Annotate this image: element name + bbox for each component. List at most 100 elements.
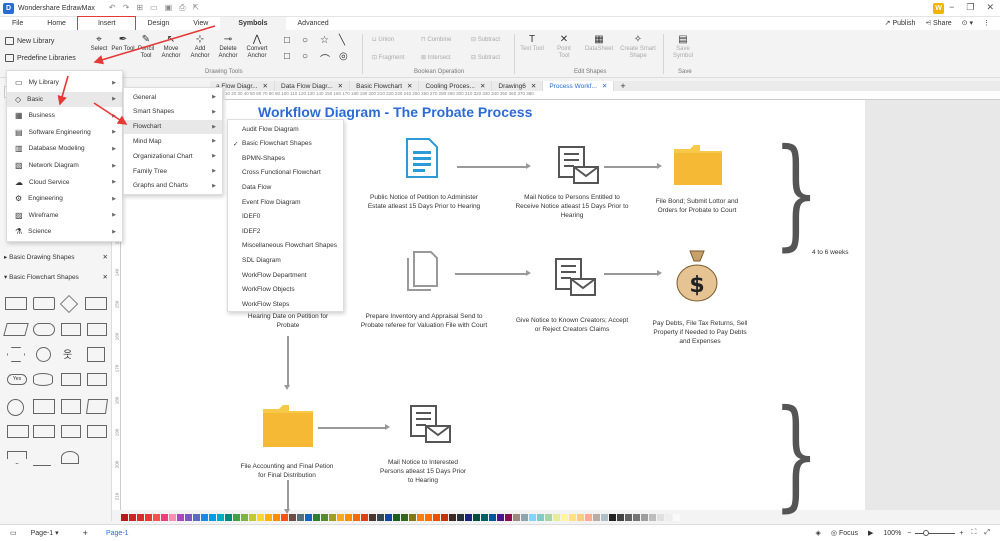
square-icon[interactable]: □: [284, 51, 290, 62]
add-page-button[interactable]: +: [83, 528, 88, 538]
fullscreen-icon[interactable]: ⤢: [984, 529, 990, 537]
library-item[interactable]: ⚗ Science ▶: [7, 224, 122, 239]
decision-shape[interactable]: [59, 294, 79, 314]
flowchart-submenu-item[interactable]: ✓ Basic Flowchart Shapes: [228, 137, 343, 151]
predefined-process-shape[interactable]: [61, 323, 81, 336]
color-swatch[interactable]: [417, 514, 424, 521]
color-swatch[interactable]: [225, 514, 232, 521]
collate-shape[interactable]: [87, 425, 107, 438]
circle-shape[interactable]: [7, 399, 24, 416]
color-swatch[interactable]: [329, 514, 336, 521]
color-swatch[interactable]: [449, 514, 456, 521]
close-icon[interactable]: ✕: [103, 253, 108, 261]
color-swatch[interactable]: [121, 514, 128, 521]
color-swatch[interactable]: [385, 514, 392, 521]
page-layout-icon[interactable]: ▭: [10, 529, 17, 537]
avatar[interactable]: W: [933, 3, 944, 14]
publish-button[interactable]: ↗ Publish: [885, 17, 916, 30]
color-swatch[interactable]: [545, 514, 552, 521]
yes-shape[interactable]: Yes: [7, 374, 27, 385]
color-swatch[interactable]: [433, 514, 440, 521]
text-tool[interactable]: T Text Tool: [519, 34, 545, 53]
new-icon[interactable]: ⊞: [136, 3, 143, 13]
color-swatch[interactable]: [217, 514, 224, 521]
color-swatch[interactable]: [401, 514, 408, 521]
restore-icon[interactable]: ❐: [966, 2, 974, 13]
color-swatch[interactable]: [425, 514, 432, 521]
color-swatch[interactable]: [529, 514, 536, 521]
help-icon[interactable]: ⊙ ▾: [962, 17, 973, 30]
color-swatch[interactable]: [249, 514, 256, 521]
terminator-shape[interactable]: [33, 323, 55, 336]
color-swatch[interactable]: [265, 514, 272, 521]
move-anchor-tool[interactable]: ↖ Move Anchor: [158, 34, 184, 60]
color-swatch[interactable]: [345, 514, 352, 521]
library-item[interactable]: ▨ Wireframe ▶: [7, 208, 122, 223]
zoom-slider[interactable]: [915, 529, 956, 536]
color-swatch[interactable]: [625, 514, 632, 521]
color-swatch[interactable]: [137, 514, 144, 521]
color-swatch[interactable]: [313, 514, 320, 521]
color-swatch[interactable]: [321, 514, 328, 521]
color-swatch[interactable]: [161, 514, 168, 521]
page-select[interactable]: Page-1 ▾: [31, 529, 59, 537]
color-swatch[interactable]: [513, 514, 520, 521]
folder-icon[interactable]: [261, 403, 315, 449]
intersect-button[interactable]: ⊠ Intersect: [421, 55, 467, 62]
color-swatch[interactable]: [369, 514, 376, 521]
tab-design[interactable]: Design: [135, 17, 181, 30]
library-item[interactable]: ▤ Software Engineering ▶: [7, 125, 122, 140]
add-anchor-tool[interactable]: ⊹ Add Anchor: [187, 34, 213, 60]
select-tool[interactable]: ⌖ Select: [86, 34, 112, 53]
library-item[interactable]: ◇ Basic ▶: [7, 91, 122, 107]
minimize-icon[interactable]: −: [949, 2, 954, 13]
delete-anchor-tool[interactable]: ⊸ Delete Anchor: [215, 34, 241, 60]
flowchart-submenu-item[interactable]: Cross Functional Flowchart: [228, 166, 343, 180]
page-tab-active[interactable]: Page-1: [106, 530, 129, 537]
tab-insert[interactable]: Insert: [76, 16, 137, 31]
zoom-slider-handle[interactable]: [923, 529, 930, 536]
mail-notice-icon[interactable]: [408, 404, 454, 446]
node-mail-notice-interested[interactable]: Mail Notice to Interested Persons atleas…: [378, 458, 468, 485]
color-swatch[interactable]: [361, 514, 368, 521]
documents-icon[interactable]: [405, 250, 439, 292]
color-swatch[interactable]: [617, 514, 624, 521]
color-swatch[interactable]: [505, 514, 512, 521]
color-swatch[interactable]: [393, 514, 400, 521]
color-swatch[interactable]: [489, 514, 496, 521]
color-swatch[interactable]: [633, 514, 640, 521]
color-swatch[interactable]: [641, 514, 648, 521]
color-swatch[interactable]: [305, 514, 312, 521]
subtract2-button[interactable]: ⊟ Subtract: [471, 55, 511, 62]
extract-shape[interactable]: [61, 425, 81, 438]
color-swatch[interactable]: [537, 514, 544, 521]
flowchart-submenu-item[interactable]: BPMN-Shapes: [228, 151, 343, 165]
color-swatch[interactable]: [585, 514, 592, 521]
manual-input-shape[interactable]: [85, 399, 109, 414]
library-item[interactable]: ⚙ Engineering ▶: [7, 191, 122, 206]
internal-storage-shape[interactable]: [87, 323, 107, 336]
arc-icon[interactable]: ⌒: [320, 51, 330, 66]
color-swatch[interactable]: [577, 514, 584, 521]
connector-shape[interactable]: [36, 347, 51, 362]
open-icon[interactable]: ▭: [150, 3, 158, 13]
basic-drawing-shapes-header[interactable]: ▸ Basic Drawing Shapes ✕: [4, 253, 108, 261]
star-icon[interactable]: ☆: [320, 35, 329, 46]
datasheet-button[interactable]: ▦ DataSheet: [584, 34, 614, 53]
circle-icon[interactable]: ○: [302, 35, 308, 46]
flowchart-submenu-item[interactable]: Miscellaneous Flowchart Shapes: [228, 239, 343, 253]
duration-label[interactable]: 4 to 6 weeks: [812, 248, 872, 257]
combine-button[interactable]: ⊓ Combine: [421, 37, 467, 44]
fit-page-icon[interactable]: ⛶: [971, 529, 976, 537]
offpage-shape[interactable]: [7, 451, 27, 464]
basic-submenu-item[interactable]: Mind Map ▶: [124, 134, 222, 148]
color-swatch[interactable]: [553, 514, 560, 521]
save-symbol-button[interactable]: ▤ Save Symbol: [670, 34, 696, 60]
node-pay-debts[interactable]: Pay Debts, File Tax Returns, Sell Proper…: [650, 319, 750, 346]
color-swatch[interactable]: [201, 514, 208, 521]
node-hearing-date[interactable]: Hearing Date on Petition for Probate: [245, 312, 331, 330]
color-swatch[interactable]: [657, 514, 664, 521]
library-item[interactable]: ☁ Cloud Service ▶: [7, 175, 122, 190]
color-swatch[interactable]: [241, 514, 248, 521]
flowchart-submenu-item[interactable]: Data Flow: [228, 180, 343, 194]
